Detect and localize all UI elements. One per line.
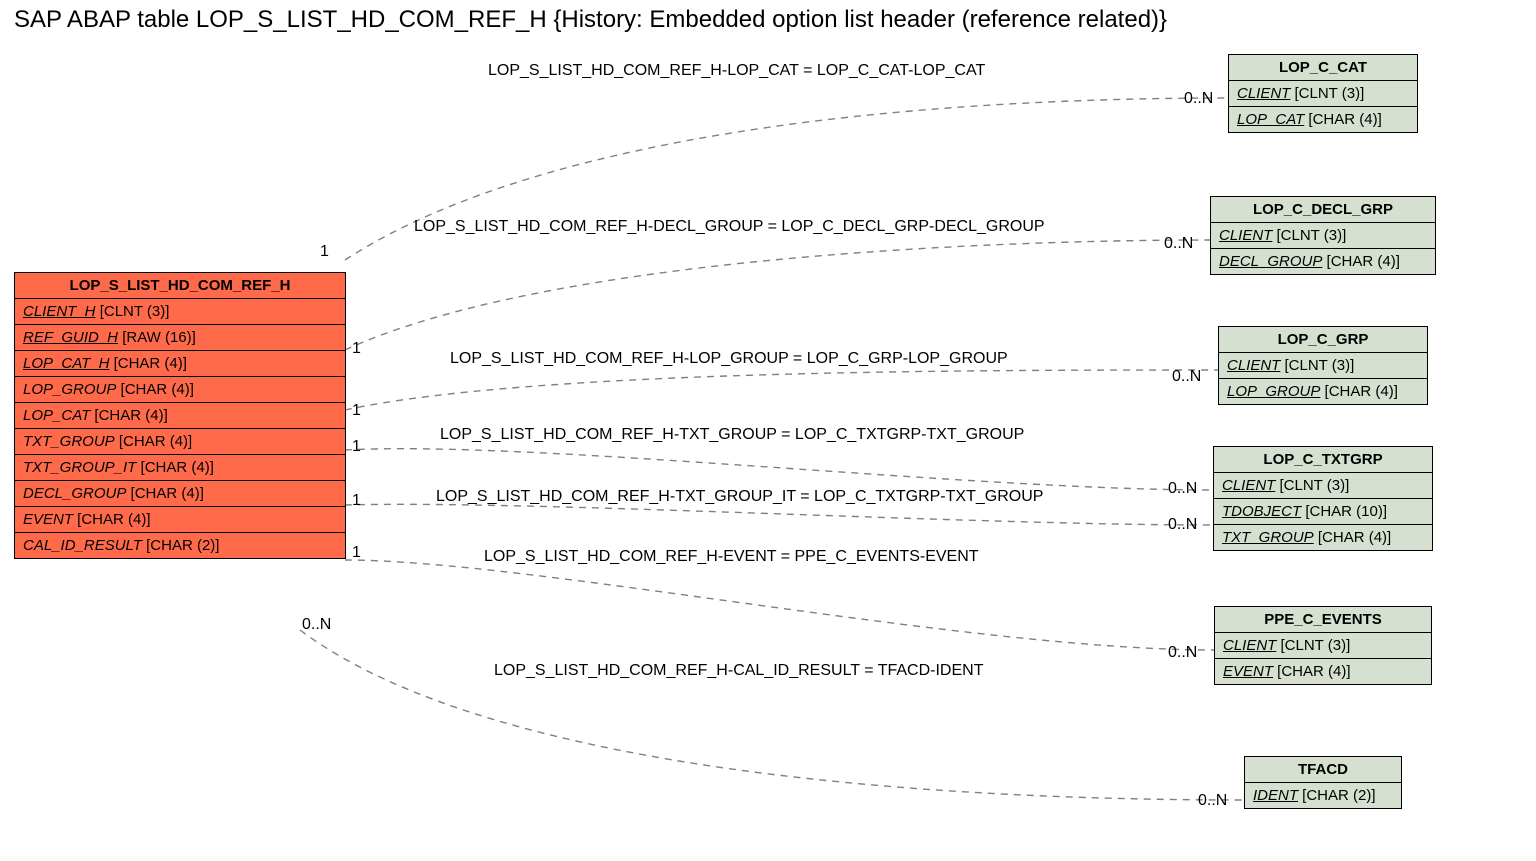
entity-field: LOP_CAT [CHAR (4)] [1229,107,1417,132]
cardinality-left: 1 [352,544,361,562]
entity-header: LOP_C_DECL_GRP [1211,197,1435,223]
entity-lop-c-txtgrp: LOP_C_TXTGRP CLIENT [CLNT (3)]TDOBJECT [… [1213,446,1433,551]
cardinality-right: 0..N [1168,480,1197,498]
entity-field: DECL_GROUP [CHAR (4)] [15,481,345,507]
relation-label: LOP_S_LIST_HD_COM_REF_H-LOP_CAT = LOP_C_… [488,62,985,80]
entity-main-header: LOP_S_LIST_HD_COM_REF_H [15,273,345,299]
cardinality-left: 1 [352,340,361,358]
entity-field: LOP_GROUP [CHAR (4)] [15,377,345,403]
entity-lop-c-cat: LOP_C_CAT CLIENT [CLNT (3)]LOP_CAT [CHAR… [1228,54,1418,133]
entity-field: CLIENT_H [CLNT (3)] [15,299,345,325]
entity-field: REF_GUID_H [RAW (16)] [15,325,345,351]
entity-header: LOP_C_TXTGRP [1214,447,1432,473]
entity-header: PPE_C_EVENTS [1215,607,1431,633]
entity-field: TXT_GROUP [CHAR (4)] [1214,525,1432,550]
entity-field: CLIENT [CLNT (3)] [1214,473,1432,499]
relation-label: LOP_S_LIST_HD_COM_REF_H-DECL_GROUP = LOP… [414,218,1045,236]
entity-field: TXT_GROUP [CHAR (4)] [15,429,345,455]
cardinality-right: 0..N [1168,516,1197,534]
entity-lop-c-decl-grp: LOP_C_DECL_GRP CLIENT [CLNT (3)]DECL_GRO… [1210,196,1436,275]
entity-header: LOP_C_CAT [1229,55,1417,81]
entity-field: TDOBJECT [CHAR (10)] [1214,499,1432,525]
relation-label: LOP_S_LIST_HD_COM_REF_H-EVENT = PPE_C_EV… [484,548,979,566]
cardinality-left: 1 [352,492,361,510]
entity-header: TFACD [1245,757,1401,783]
entity-field: CLIENT [CLNT (3)] [1229,81,1417,107]
cardinality-right: 0..N [1172,368,1201,386]
cardinality-right: 0..N [1198,792,1227,810]
relation-label: LOP_S_LIST_HD_COM_REF_H-LOP_GROUP = LOP_… [450,350,1008,368]
entity-tfacd: TFACD IDENT [CHAR (2)] [1244,756,1402,809]
entity-field: DECL_GROUP [CHAR (4)] [1211,249,1435,274]
cardinality-right: 0..N [1168,644,1197,662]
entity-field: LOP_GROUP [CHAR (4)] [1219,379,1427,404]
relation-label: LOP_S_LIST_HD_COM_REF_H-CAL_ID_RESULT = … [494,662,983,680]
entity-header: LOP_C_GRP [1219,327,1427,353]
entity-main: LOP_S_LIST_HD_COM_REF_H CLIENT_H [CLNT (… [14,272,346,559]
cardinality-right: 0..N [1184,90,1213,108]
entity-field: EVENT [CHAR (4)] [1215,659,1431,684]
entity-field: EVENT [CHAR (4)] [15,507,345,533]
entity-field: CLIENT [CLNT (3)] [1215,633,1431,659]
cardinality-right: 0..N [1164,235,1193,253]
cardinality-left: 1 [352,402,361,420]
entity-field: CLIENT [CLNT (3)] [1211,223,1435,249]
cardinality-left: 0..N [302,616,331,634]
entity-field: LOP_CAT [CHAR (4)] [15,403,345,429]
entity-field: LOP_CAT_H [CHAR (4)] [15,351,345,377]
entity-lop-c-grp: LOP_C_GRP CLIENT [CLNT (3)]LOP_GROUP [CH… [1218,326,1428,405]
cardinality-left: 1 [352,438,361,456]
entity-field: IDENT [CHAR (2)] [1245,783,1401,808]
relation-label: LOP_S_LIST_HD_COM_REF_H-TXT_GROUP_IT = L… [436,488,1043,506]
page-title: SAP ABAP table LOP_S_LIST_HD_COM_REF_H {… [14,6,1167,34]
cardinality-left: 1 [320,243,329,261]
entity-field: CAL_ID_RESULT [CHAR (2)] [15,533,345,558]
entity-field: CLIENT [CLNT (3)] [1219,353,1427,379]
entity-field: TXT_GROUP_IT [CHAR (4)] [15,455,345,481]
entity-ppe-c-events: PPE_C_EVENTS CLIENT [CLNT (3)]EVENT [CHA… [1214,606,1432,685]
relation-label: LOP_S_LIST_HD_COM_REF_H-TXT_GROUP = LOP_… [440,426,1024,444]
